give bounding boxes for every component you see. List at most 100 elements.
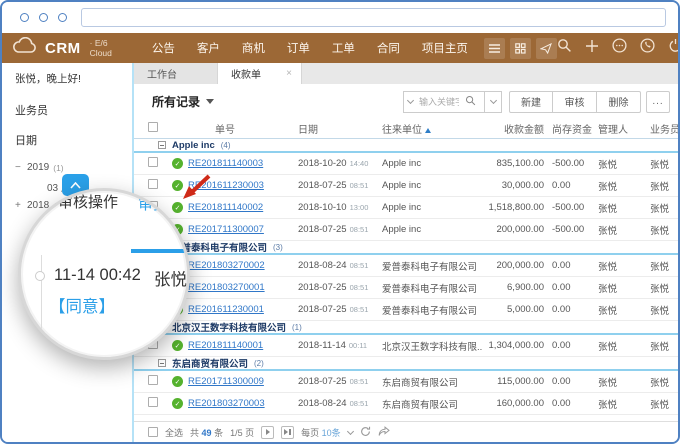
brand[interactable]: CRM · E/6 Cloud	[12, 37, 112, 59]
search-icon[interactable]	[557, 38, 572, 58]
doc-number-link[interactable]: RE201711300007	[188, 224, 264, 235]
share-icon[interactable]	[378, 426, 390, 439]
window-dot-2[interactable]	[39, 13, 48, 22]
table-row[interactable]: ✓RE2017113000072018-07-2508:51Apple inc2…	[134, 219, 678, 241]
close-icon[interactable]: ×	[286, 69, 292, 79]
collapse-icon[interactable]	[158, 141, 166, 149]
row-party: 爱普泰科电子有限公司	[382, 259, 482, 273]
toolbar-button-审核[interactable]: 审核	[553, 91, 597, 113]
nav-item-公告[interactable]: 公告	[152, 40, 175, 56]
column-header-管理人[interactable]: 管理人	[592, 121, 636, 136]
table-row[interactable]: ✓RE2016112300012018-07-2508:51爱普泰科电子有限公司…	[134, 299, 678, 321]
table-row[interactable]: ✓RE2018032700032018-08-2408:51东启商贸有限公司16…	[134, 393, 678, 415]
row-manager: 张悦	[592, 201, 636, 215]
nav-item-客户[interactable]: 客户	[197, 40, 220, 56]
record-filter-dropdown[interactable]: 所有记录	[152, 93, 214, 110]
group-row[interactable]: 爱普泰科电子有限公司(3)	[134, 241, 678, 255]
more-circle-icon[interactable]	[612, 38, 627, 58]
next-page-button[interactable]	[261, 426, 274, 439]
table-row[interactable]: ✓RE2016112300032018-07-2508:51Apple inc3…	[134, 175, 678, 197]
date-tree-item[interactable]: −2019(1)	[15, 162, 132, 173]
row-checkbox[interactable]	[148, 179, 158, 189]
search-scope-chevron-icon[interactable]	[407, 97, 414, 104]
footer-select-all-checkbox[interactable]	[148, 427, 158, 437]
power-icon[interactable]	[668, 38, 680, 58]
sidebar-filter-date[interactable]: 日期	[15, 132, 132, 148]
approver-name: 张悦	[154, 266, 187, 290]
nav-item-工单[interactable]: 工单	[332, 40, 355, 56]
doc-number-link[interactable]: RE201803270001	[188, 282, 265, 293]
nav-item-合同[interactable]: 合同	[377, 40, 400, 56]
tab-收款单[interactable]: 收款单×	[218, 63, 302, 84]
select-all-checkbox[interactable]	[148, 122, 158, 132]
row-party: 北京汉王数字科技有限...	[382, 339, 482, 353]
table-row[interactable]: ✓RE2018111400032018-10-2014:40Apple inc8…	[134, 153, 678, 175]
doc-number-link[interactable]: RE201811140001	[188, 340, 263, 351]
per-page-chevron-icon[interactable]	[347, 427, 354, 434]
nav-item-订单[interactable]: 订单	[287, 40, 310, 56]
window-dot-1[interactable]	[20, 13, 29, 22]
row-remaining: 0.00	[544, 398, 592, 409]
column-header-往来单位[interactable]: 往来单位	[382, 121, 482, 136]
group-row[interactable]: Apple inc(4)	[134, 139, 678, 153]
row-amount: 115,000.00	[482, 376, 544, 387]
tree-toggle-icon[interactable]: +	[15, 200, 23, 211]
total-count-number: 49	[202, 428, 212, 438]
table-row[interactable]: ✓RE2018032700012018-07-2508:51爱普泰科电子有限公司…	[134, 277, 678, 299]
keyword-search-input[interactable]	[417, 96, 461, 108]
approved-status-icon: ✓	[172, 158, 183, 169]
row-checkbox[interactable]	[148, 157, 158, 167]
search-expand-button[interactable]	[485, 91, 502, 113]
tab-audit-operations[interactable]: 审核操作	[58, 191, 118, 212]
toolbar-button-删除[interactable]: 删除	[597, 91, 641, 113]
row-party: 爱普泰科电子有限公司	[382, 281, 482, 295]
header-icons	[557, 38, 680, 58]
column-header-单号[interactable]: 单号	[170, 121, 298, 136]
table-row[interactable]: ✓RE2017113000092018-07-2508:51东启商贸有限公司11…	[134, 371, 678, 393]
more-actions-button[interactable]: ...	[646, 91, 670, 113]
phone-icon[interactable]	[640, 38, 655, 58]
send-icon[interactable]	[536, 38, 557, 59]
collapse-icon[interactable]	[158, 359, 166, 367]
doc-number-link[interactable]: RE201611230001	[188, 304, 264, 315]
search-submit-icon[interactable]	[465, 93, 476, 111]
column-header-尚存资金[interactable]: 尚存资金	[544, 121, 592, 136]
plus-icon[interactable]	[585, 39, 599, 58]
list-view-icon[interactable]	[484, 38, 505, 59]
last-page-button[interactable]	[281, 426, 294, 439]
select-all-label[interactable]: 全选	[165, 426, 183, 439]
action-buttons: 新建审核删除	[509, 91, 641, 113]
table-row[interactable]: ✓RE2018111400022018-10-1013:00Apple inc1…	[134, 197, 678, 219]
nav-item-项目主页[interactable]: 项目主页	[422, 40, 468, 56]
grid-view-icon[interactable]	[510, 38, 531, 59]
column-header-收款金额[interactable]: 收款金额	[482, 121, 544, 136]
doc-number-link[interactable]: RE201711300009	[188, 376, 264, 387]
group-row[interactable]: 北京汉王数字科技有限公司(1)	[134, 321, 678, 335]
tab-approval-process[interactable]: 审批过程	[138, 193, 190, 214]
row-checkbox[interactable]	[148, 375, 158, 385]
toolbar-button-新建[interactable]: 新建	[509, 91, 553, 113]
row-checkbox[interactable]	[148, 397, 158, 407]
doc-number-link[interactable]: RE201803270002	[188, 260, 265, 271]
table-row[interactable]: ✓RE2018111400012018-11-1400:11北京汉王数字科技有限…	[134, 335, 678, 357]
tab-工作台[interactable]: 工作台	[134, 63, 218, 84]
doc-number-link[interactable]: RE201803270003	[188, 398, 265, 409]
column-header-日期[interactable]: 日期	[298, 121, 382, 136]
row-amount: 200,000.00	[482, 224, 544, 235]
row-amount: 5,000.00	[482, 304, 544, 315]
column-header-业务员[interactable]: 业务员	[636, 121, 680, 136]
sidebar-filter-salesperson[interactable]: 业务员	[15, 102, 132, 118]
url-input[interactable]	[81, 8, 666, 27]
row-salesperson: 张悦	[636, 179, 678, 193]
nav-item-商机[interactable]: 商机	[242, 40, 265, 56]
table-row[interactable]: ✓RE2018032700022018-08-2408:51爱普泰科电子有限公司…	[134, 255, 678, 277]
tree-label: 2019	[27, 162, 49, 173]
group-row[interactable]: 东启商贸有限公司(2)	[134, 357, 678, 371]
doc-number-link[interactable]: RE201811140003	[188, 158, 263, 169]
row-amount: 160,000.00	[482, 398, 544, 409]
per-page-text: 每页 10条	[301, 426, 341, 439]
row-time: 13:00	[350, 203, 369, 212]
refresh-icon[interactable]	[360, 426, 371, 439]
tree-toggle-icon[interactable]: −	[15, 162, 23, 173]
window-dot-3[interactable]	[58, 13, 67, 22]
